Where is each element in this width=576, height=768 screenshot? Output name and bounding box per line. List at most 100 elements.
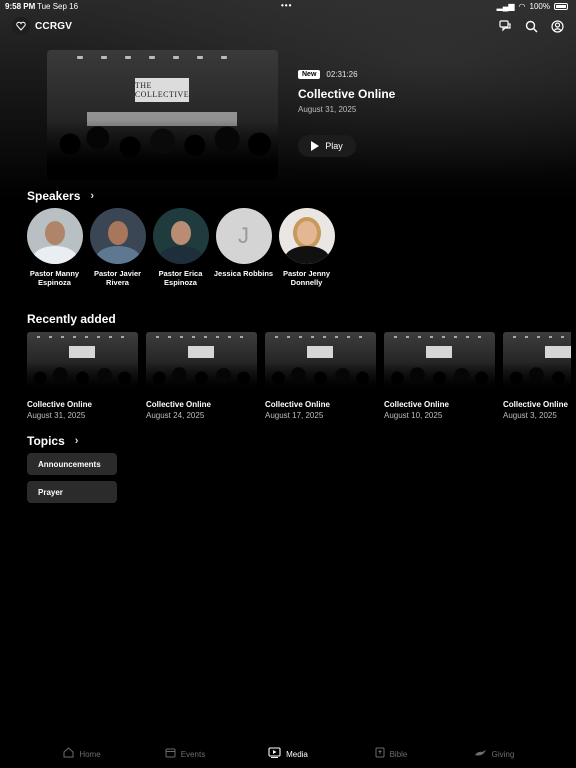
recently-added-title: Recently added — [27, 312, 116, 326]
speaker-avatar-initial: J — [215, 208, 272, 264]
media-thumbnail — [146, 332, 257, 394]
battery-icon — [554, 3, 568, 10]
speaker-name: Pastor Javier Rivera — [93, 269, 142, 287]
media-icon — [268, 747, 281, 761]
media-title: Collective Online — [265, 400, 330, 409]
brand-name[interactable]: CCRGV — [35, 21, 72, 32]
bottom-tab-bar: Home Events Media Bible Giving — [0, 740, 576, 768]
media-card[interactable]: Collective Online August 24, 2025 — [146, 332, 257, 420]
stage-lights — [77, 56, 227, 59]
top-nav: CCRGV — [12, 16, 564, 36]
speaker-avatar — [26, 208, 83, 264]
media-date: August 17, 2025 — [265, 411, 324, 420]
speaker-name: Jessica Robbins — [213, 269, 274, 278]
media-date: August 3, 2025 — [503, 411, 557, 420]
hero-info: New 02:31:26 Collective Online August 31… — [298, 70, 558, 114]
avatar-face — [296, 221, 317, 246]
speaker-name: Pastor Jenny Donnelly — [282, 269, 331, 287]
speakers-list: Pastor Manny Espinoza Pastor Javier Rive… — [23, 208, 338, 287]
avatar-face — [44, 221, 65, 246]
speaker-name: Pastor Manny Espinoza — [29, 269, 80, 287]
crowd-silhouette — [47, 120, 278, 180]
tab-home[interactable]: Home — [31, 740, 134, 768]
topic-chip[interactable]: Announcements — [27, 453, 117, 475]
hero-duration: 02:31:26 — [326, 70, 358, 79]
recently-added-header: Recently added — [27, 312, 116, 326]
signal-icon: ▂▄▆ — [496, 2, 515, 11]
media-card[interactable]: Collective Online August 3, 2025 — [503, 332, 571, 420]
media-card[interactable]: Collective Online August 31, 2025 — [27, 332, 138, 420]
status-date: Tue Sep 16 — [37, 2, 79, 11]
speakers-header[interactable]: Speakers › — [27, 189, 94, 203]
media-date: August 10, 2025 — [384, 411, 443, 420]
media-date: August 31, 2025 — [27, 411, 86, 420]
search-icon[interactable] — [524, 19, 538, 33]
header-actions — [498, 19, 564, 33]
topics-title: Topics — [27, 434, 65, 448]
media-title: Collective Online — [27, 400, 92, 409]
play-label: Play — [325, 141, 343, 151]
speaker-avatar — [278, 208, 335, 264]
media-card[interactable]: Collective Online August 17, 2025 — [265, 332, 376, 420]
calendar-icon — [165, 747, 176, 761]
status-right: ▂▄▆ ◠ 100% — [497, 2, 568, 11]
bible-icon — [375, 747, 385, 761]
speaker-item[interactable]: Pastor Javier Rivera — [86, 208, 149, 287]
tab-events[interactable]: Events — [134, 740, 237, 768]
tab-bible[interactable]: Bible — [340, 740, 443, 768]
media-thumbnail — [27, 332, 138, 394]
church-logo-icon[interactable] — [12, 17, 30, 35]
new-badge: New — [298, 70, 321, 79]
chevron-right-icon: › — [90, 190, 95, 202]
media-thumbnail — [503, 332, 571, 394]
tab-label: Media — [286, 749, 308, 759]
stage-sign: THE COLLECTIVE — [135, 78, 189, 102]
chat-icon[interactable] — [498, 19, 512, 33]
account-icon[interactable] — [550, 19, 564, 33]
topic-chip[interactable]: Prayer — [27, 481, 117, 503]
hero-thumbnail[interactable]: THE COLLECTIVE — [47, 50, 278, 180]
tab-media[interactable]: Media — [237, 740, 340, 768]
media-title: Collective Online — [384, 400, 449, 409]
media-date: August 24, 2025 — [146, 411, 205, 420]
avatar-body — [158, 246, 203, 264]
speaker-name: Pastor Erica Espinoza — [158, 269, 203, 287]
status-bar: 9:58 PM Tue Sep 16 ••• ▂▄▆ ◠ 100% — [0, 0, 576, 12]
multitasking-dots-icon[interactable]: ••• — [281, 1, 292, 10]
media-thumbnail — [384, 332, 495, 394]
media-title: Collective Online — [503, 400, 568, 409]
avatar-body — [32, 246, 77, 264]
giving-icon — [474, 748, 487, 760]
speaker-avatar — [89, 208, 146, 264]
media-title: Collective Online — [146, 400, 211, 409]
home-icon — [63, 747, 74, 761]
play-icon — [311, 141, 320, 151]
avatar-body — [284, 246, 329, 264]
stage-sign-text: THE COLLECTIVE — [134, 81, 190, 99]
chevron-right-icon: › — [74, 435, 79, 447]
speaker-item[interactable]: Pastor Manny Espinoza — [23, 208, 86, 287]
tab-label: Events — [180, 749, 206, 759]
wifi-icon: ◠ — [518, 2, 526, 11]
status-time: 9:58 PM — [5, 2, 36, 11]
speaker-item[interactable]: Pastor Jenny Donnelly — [275, 208, 338, 287]
play-button[interactable]: Play — [298, 135, 356, 157]
tab-giving[interactable]: Giving — [443, 740, 546, 768]
hero-meta: New 02:31:26 — [298, 70, 558, 79]
speakers-title: Speakers — [27, 189, 81, 203]
speaker-item[interactable]: J Jessica Robbins — [212, 208, 275, 287]
battery-percent: 100% — [529, 2, 550, 11]
hero-date: August 31, 2025 — [298, 105, 357, 114]
speaker-item[interactable]: Pastor Erica Espinoza — [149, 208, 212, 287]
tab-label: Home — [79, 749, 101, 759]
media-thumbnail — [265, 332, 376, 394]
recent-list: Collective Online August 31, 2025 Collec… — [27, 332, 571, 420]
tab-label: Bible — [389, 749, 408, 759]
hero-title[interactable]: Collective Online — [298, 87, 558, 101]
avatar-face — [107, 221, 128, 246]
avatar-body — [95, 246, 140, 264]
media-card[interactable]: Collective Online August 10, 2025 — [384, 332, 495, 420]
topics-header[interactable]: Topics › — [27, 434, 78, 448]
tab-label: Giving — [491, 749, 515, 759]
topics-list: Announcements Prayer — [27, 453, 117, 503]
